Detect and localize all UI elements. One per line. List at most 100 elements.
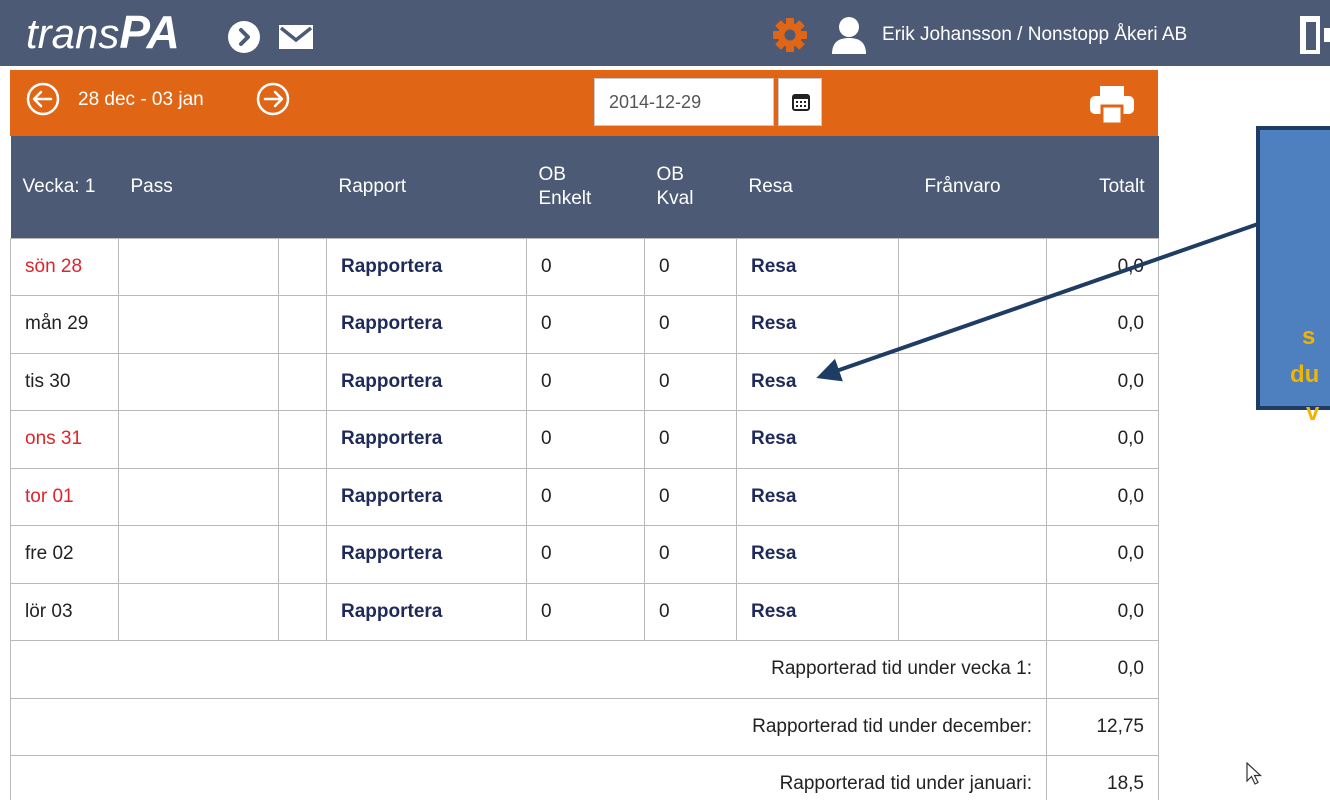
ob-kval-cell: 0 [644, 467, 737, 526]
summary-label: Rapporterad tid under vecka 1: [10, 640, 1047, 699]
ob-kval-cell: 0 [644, 410, 737, 469]
gear-icon[interactable] [773, 18, 807, 52]
resa-cell: Resa [736, 525, 899, 584]
rapport-cell: Rapportera [326, 352, 527, 411]
pass-cell [118, 237, 279, 296]
table-row: lör 03 Rapportera 0 0 Resa 0,0 [10, 582, 1159, 641]
col-totalt: Totalt [1046, 136, 1159, 238]
print-icon[interactable] [1090, 84, 1134, 124]
rapportera-link[interactable]: Rapportera [341, 256, 442, 277]
callout-text: s du v [1290, 318, 1319, 432]
pass-cell [118, 582, 279, 641]
logout-icon[interactable] [1298, 14, 1330, 56]
table-row: sön 28 Rapportera 0 0 Resa 0,0 [10, 237, 1159, 296]
app-logo[interactable]: transPA [26, 8, 180, 68]
ob-enkelt-cell: 0 [526, 295, 645, 354]
ob-kval-cell: 0 [644, 352, 737, 411]
pass-cell-2 [278, 525, 327, 584]
col-rapport: Rapport [326, 136, 527, 238]
rapportera-link[interactable]: Rapportera [341, 371, 442, 392]
totalt-cell: 0,0 [1046, 467, 1159, 526]
col-ob-kval: OB Kval [644, 136, 737, 238]
col-week: Vecka: 1 [10, 136, 119, 238]
pass-cell [118, 410, 279, 469]
summary-value: 18,5 [1046, 755, 1159, 800]
col-pass: Pass [118, 136, 327, 238]
pass-cell-2 [278, 295, 327, 354]
week-bar: 28 dec - 03 jan 2014-12-29 [10, 70, 1158, 136]
franvaro-cell [898, 582, 1047, 641]
pass-cell-2 [278, 467, 327, 526]
day-cell: tis 30 [10, 352, 119, 411]
resa-cell: Resa [736, 352, 899, 411]
resa-cell: Resa [736, 582, 899, 641]
resa-link[interactable]: Resa [751, 313, 796, 334]
table-header: Vecka: 1 Pass Rapport OB Enkelt OB Kval Re… [10, 136, 1159, 238]
col-ob-enkelt: OB Enkelt [526, 136, 645, 238]
resa-cell: Resa [736, 295, 899, 354]
ob-kval-cell: 0 [644, 582, 737, 641]
rapportera-link[interactable]: Rapportera [341, 543, 442, 564]
user-name[interactable]: Erik Johansson / Nonstopp Åkeri AB [882, 24, 1187, 46]
summary-label: Rapporterad tid under december: [10, 697, 1047, 756]
table-row: ons 31 Rapportera 0 0 Resa 0,0 [10, 410, 1159, 469]
rapportera-link[interactable]: Rapportera [341, 601, 442, 622]
col-franvaro: Frånvaro [898, 136, 1047, 238]
day-cell: fre 02 [10, 525, 119, 584]
pass-cell [118, 295, 279, 354]
franvaro-cell [898, 352, 1047, 411]
summary-row: Rapporterad tid under vecka 1: 0,0 [10, 640, 1159, 699]
summary-row: Rapporterad tid under december: 12,75 [10, 697, 1159, 756]
franvaro-cell [898, 295, 1047, 354]
pass-cell [118, 467, 279, 526]
rapportera-link[interactable]: Rapportera [341, 313, 442, 334]
totalt-cell: 0,0 [1046, 295, 1159, 354]
resa-link[interactable]: Resa [751, 486, 796, 507]
mouse-cursor-icon [1246, 762, 1263, 785]
totalt-cell: 0,0 [1046, 525, 1159, 584]
day-cell: sön 28 [10, 237, 119, 296]
pass-cell [118, 352, 279, 411]
table-row: tis 30 Rapportera 0 0 Resa 0,0 [10, 352, 1159, 411]
totalt-cell: 0,0 [1046, 410, 1159, 469]
pass-cell-2 [278, 237, 327, 296]
day-cell: mån 29 [10, 295, 119, 354]
rapport-cell: Rapportera [326, 237, 527, 296]
col-ob-enkelt-line1: OB [538, 163, 566, 185]
pass-cell-2 [278, 352, 327, 411]
pass-cell-2 [278, 582, 327, 641]
resa-link[interactable]: Resa [751, 371, 796, 392]
mail-icon[interactable] [279, 25, 313, 49]
col-ob-enkelt-line2: Enkelt [538, 187, 592, 209]
pass-cell [118, 525, 279, 584]
prev-week-icon[interactable] [26, 82, 60, 116]
franvaro-cell [898, 525, 1047, 584]
table-row: tor 01 Rapportera 0 0 Resa 0,0 [10, 467, 1159, 526]
week-range-label: 28 dec - 03 jan [78, 89, 204, 110]
ob-enkelt-cell: 0 [526, 237, 645, 296]
resa-link[interactable]: Resa [751, 428, 796, 449]
resa-link[interactable]: Resa [751, 543, 796, 564]
rapportera-link[interactable]: Rapportera [341, 428, 442, 449]
time-report-table: Vecka: 1 Pass Rapport OB Enkelt OB Kval Re… [10, 136, 1159, 800]
franvaro-cell [898, 237, 1047, 296]
summary-value: 12,75 [1046, 697, 1159, 756]
ob-enkelt-cell: 0 [526, 410, 645, 469]
totalt-cell: 0,0 [1046, 582, 1159, 641]
chevron-circle-icon[interactable] [228, 21, 260, 53]
rapport-cell: Rapportera [326, 582, 527, 641]
rapport-cell: Rapportera [326, 525, 527, 584]
resa-link[interactable]: Resa [751, 601, 796, 622]
col-ob-kval-line1: OB [656, 163, 684, 185]
resa-cell: Resa [736, 467, 899, 526]
date-input[interactable]: 2014-12-29 [594, 78, 774, 126]
top-bar: transPA Erik Johansson / Nonstopp Åkeri … [0, 0, 1330, 66]
ob-kval-cell: 0 [644, 295, 737, 354]
rapportera-link[interactable]: Rapportera [341, 486, 442, 507]
callout-line: du [1290, 361, 1320, 388]
next-week-icon[interactable] [256, 82, 290, 116]
calendar-button[interactable] [778, 78, 822, 126]
resa-link[interactable]: Resa [751, 256, 796, 277]
resa-cell: Resa [736, 410, 899, 469]
summary-label: Rapporterad tid under januari: [10, 755, 1047, 800]
